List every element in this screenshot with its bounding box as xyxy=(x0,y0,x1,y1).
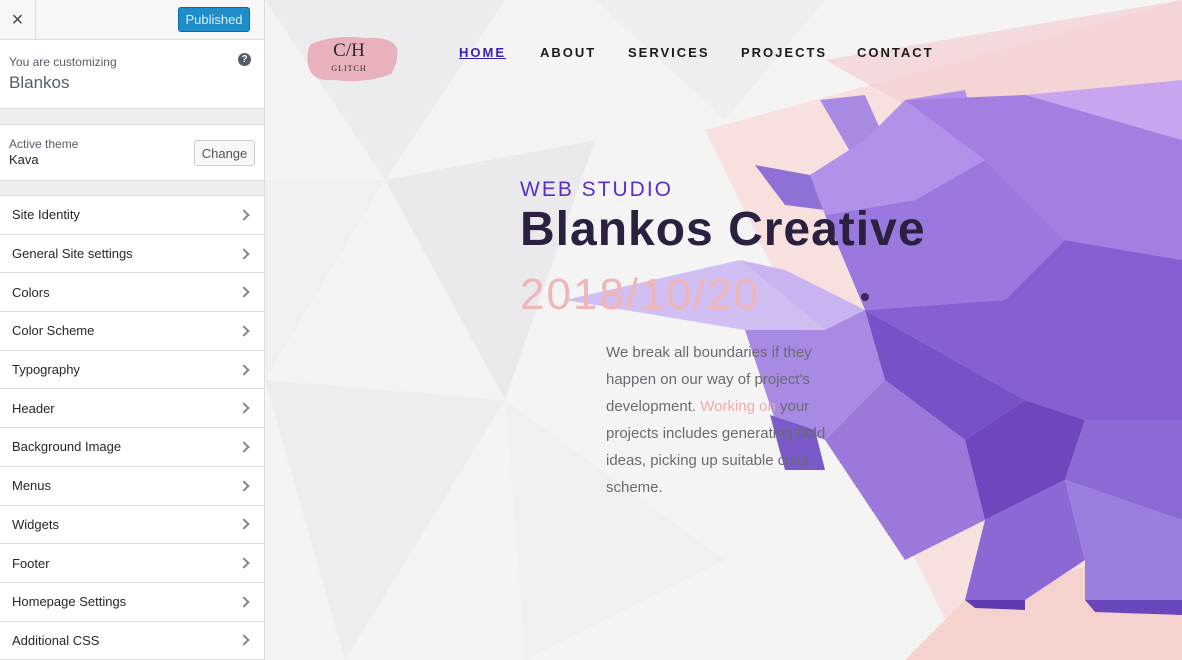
section-colors[interactable]: Colors xyxy=(0,273,264,313)
chevron-right-icon xyxy=(238,634,250,647)
section-menus[interactable]: Menus xyxy=(0,466,264,506)
section-label: Widgets xyxy=(12,516,59,532)
chevron-right-icon xyxy=(238,557,250,569)
change-theme-button[interactable]: Change xyxy=(194,140,255,166)
section-label: General Site settings xyxy=(12,246,133,262)
hero-description: We break all boundaries if they happen o… xyxy=(606,339,836,501)
section-background-image[interactable]: Background Image xyxy=(0,428,264,467)
nav-projects[interactable]: PROJECTS xyxy=(741,45,827,60)
hero-eyebrow: WEB STUDIO xyxy=(520,178,674,201)
customizer-header: × Published xyxy=(0,0,264,40)
section-widgets[interactable]: Widgets xyxy=(0,505,264,545)
section-label: Colors xyxy=(12,284,50,300)
site-logo[interactable]: C/H GLITCH xyxy=(305,28,401,86)
section-label: Footer xyxy=(12,555,50,571)
section-label: Additional CSS xyxy=(12,632,100,648)
customizing-info: You are customizing Blankos ? xyxy=(0,40,264,109)
chevron-right-icon xyxy=(238,209,250,221)
hero-date: 2018/10/20 xyxy=(520,270,761,319)
nav-home[interactable]: HOME xyxy=(459,45,506,60)
nav-services[interactable]: SERVICES xyxy=(628,45,710,60)
site-name: Blankos xyxy=(9,73,70,92)
section-label: Homepage Settings xyxy=(12,594,127,610)
customizer-sections: Site Identity General Site settings Colors… xyxy=(0,195,264,660)
bg-facet xyxy=(265,0,505,180)
help-icon[interactable]: ? xyxy=(238,53,251,66)
nav-about[interactable]: ABOUT xyxy=(540,45,596,60)
chevron-right-icon xyxy=(238,518,250,531)
hero-title: Blankos Creative xyxy=(520,203,926,256)
section-footer[interactable]: Footer xyxy=(0,544,264,583)
chevron-right-icon xyxy=(238,402,250,414)
section-label: Typography xyxy=(12,362,80,378)
close-icon[interactable]: × xyxy=(0,0,36,40)
bg-facet xyxy=(265,380,505,660)
bg-facet xyxy=(265,180,385,380)
section-color-scheme[interactable]: Color Scheme xyxy=(0,312,264,351)
section-label: Color Scheme xyxy=(12,323,95,339)
chevron-right-icon xyxy=(238,596,250,608)
hero-desc-accent: Working on xyxy=(700,398,776,415)
logo-text: C/H xyxy=(333,40,365,61)
section-label: Background Image xyxy=(12,439,122,455)
nav-contact[interactable]: CONTACT xyxy=(857,45,934,60)
chevron-right-icon xyxy=(238,325,250,337)
customizer-sidebar: × Published You are customizing Blankos … xyxy=(0,0,265,660)
section-additional-css[interactable]: Additional CSS xyxy=(0,621,264,660)
chevron-right-icon xyxy=(238,441,250,453)
section-homepage-settings[interactable]: Homepage Settings xyxy=(0,582,264,622)
chevron-right-icon xyxy=(238,363,250,376)
published-button[interactable]: Published xyxy=(178,7,250,32)
section-site-identity[interactable]: Site Identity xyxy=(0,196,264,235)
section-label: Site Identity xyxy=(12,207,80,223)
section-label: Menus xyxy=(12,478,52,494)
bg-facet xyxy=(595,0,825,120)
site-preview: C/H GLITCH HOME ABOUT SERVICES PROJECTS CONT… xyxy=(265,0,1182,660)
chevron-right-icon xyxy=(238,286,250,298)
customizing-label: You are customizing xyxy=(9,55,117,69)
section-header[interactable]: Header xyxy=(0,389,264,429)
active-theme-panel: Active theme Kava Change xyxy=(0,124,264,181)
logo-subtext: GLITCH xyxy=(331,64,367,73)
background-artwork xyxy=(265,0,1182,660)
section-typography[interactable]: Typography xyxy=(0,350,264,390)
section-label: Header xyxy=(12,400,55,416)
chevron-right-icon xyxy=(238,247,250,260)
chevron-right-icon xyxy=(238,479,250,492)
section-general-site-settings[interactable]: General Site settings xyxy=(0,234,264,274)
